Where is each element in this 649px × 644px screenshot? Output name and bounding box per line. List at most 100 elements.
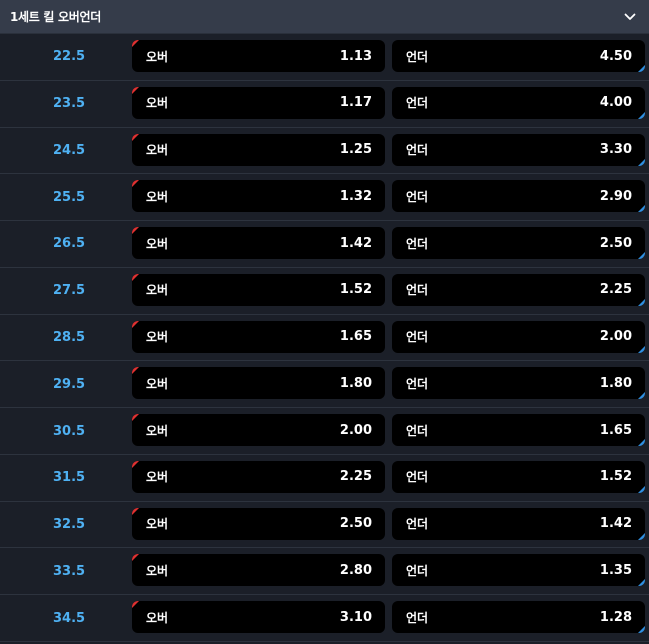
under-label: 언더 bbox=[406, 563, 429, 578]
under-button[interactable]: 언더 1.35 bbox=[392, 554, 645, 587]
over-odds: 3.10 bbox=[339, 609, 372, 625]
over-odds: 1.32 bbox=[339, 188, 372, 204]
odds-row: 34.5 오버 3.10 언더 1.28 bbox=[0, 595, 649, 642]
under-button[interactable]: 언더 1.28 bbox=[392, 601, 645, 634]
over-label: 오버 bbox=[146, 330, 169, 345]
under-odds: 4.00 bbox=[599, 95, 632, 111]
under-button[interactable]: 언더 2.50 bbox=[392, 227, 645, 260]
over-button[interactable]: 오버 2.25 bbox=[132, 460, 385, 493]
over-label: 오버 bbox=[146, 610, 169, 625]
over-button[interactable]: 오버 1.42 bbox=[132, 227, 385, 260]
line-value: 32.5 bbox=[53, 517, 86, 533]
over-odds: 2.00 bbox=[339, 422, 372, 438]
under-button[interactable]: 언더 4.00 bbox=[392, 86, 645, 119]
odds-row: 32.5 오버 2.50 언더 1.42 bbox=[0, 502, 649, 549]
odds-row: 27.5 오버 1.52 언더 2.25 bbox=[0, 268, 649, 315]
under-odds: 2.00 bbox=[599, 329, 632, 345]
over-odds: 1.13 bbox=[339, 48, 372, 64]
over-button[interactable]: 오버 2.50 bbox=[132, 507, 385, 540]
over-label: 오버 bbox=[146, 96, 169, 111]
odds-row: 24.5 오버 1.25 언더 3.30 bbox=[0, 128, 649, 175]
over-label: 오버 bbox=[146, 517, 169, 532]
under-odds: 3.30 bbox=[599, 142, 632, 158]
odds-row: 33.5 오버 2.80 언더 1.35 bbox=[0, 548, 649, 596]
over-label: 오버 bbox=[146, 283, 169, 298]
market-title: 1세트 킬 오버언더 bbox=[10, 10, 101, 24]
odds-row: 26.5 오버 1.42 언더 2.50 bbox=[0, 221, 649, 268]
under-label: 언더 bbox=[406, 96, 429, 111]
under-button[interactable]: 언더 4.50 bbox=[392, 40, 645, 72]
under-button[interactable]: 언더 3.30 bbox=[392, 133, 645, 166]
over-button[interactable]: 오버 3.10 bbox=[132, 601, 385, 634]
under-label: 언더 bbox=[406, 143, 429, 158]
under-odds: 1.35 bbox=[599, 562, 632, 578]
over-label: 오버 bbox=[146, 189, 169, 204]
line-value: 34.5 bbox=[53, 610, 86, 626]
under-label: 언더 bbox=[406, 236, 429, 251]
odds-row: 28.5 오버 1.65 언더 2.00 bbox=[0, 315, 649, 362]
odds-row: 23.5 오버 1.17 언더 4.00 bbox=[0, 81, 649, 128]
under-button[interactable]: 언더 2.00 bbox=[392, 320, 645, 353]
over-button[interactable]: 오버 1.17 bbox=[132, 86, 385, 119]
under-label: 언더 bbox=[406, 470, 429, 485]
over-label: 오버 bbox=[146, 423, 169, 438]
under-button[interactable]: 언더 1.80 bbox=[392, 367, 645, 400]
over-odds: 1.25 bbox=[339, 142, 372, 158]
line-value: 31.5 bbox=[53, 470, 86, 486]
over-label: 오버 bbox=[146, 143, 169, 158]
over-button[interactable]: 오버 1.65 bbox=[132, 320, 385, 353]
over-button[interactable]: 오버 2.00 bbox=[132, 414, 385, 447]
over-button[interactable]: 오버 1.80 bbox=[132, 367, 385, 400]
under-label: 언더 bbox=[406, 283, 429, 298]
over-odds: 1.42 bbox=[339, 235, 372, 251]
line-value: 30.5 bbox=[53, 423, 86, 439]
under-label: 언더 bbox=[406, 517, 429, 532]
over-button[interactable]: 오버 1.52 bbox=[132, 273, 385, 306]
over-odds: 2.80 bbox=[339, 562, 372, 578]
under-odds: 2.25 bbox=[599, 282, 632, 298]
odds-list: 22.5 오버 1.13 언더 4.50 23.5 오버 1.17 언더 4.0… bbox=[0, 34, 649, 642]
under-label: 언더 bbox=[406, 189, 429, 204]
odds-row: 31.5 오버 2.25 언더 1.52 bbox=[0, 455, 649, 502]
odds-row: 25.5 오버 1.32 언더 2.90 bbox=[0, 174, 649, 222]
line-value: 28.5 bbox=[53, 329, 86, 345]
over-button[interactable]: 오버 1.32 bbox=[132, 180, 385, 213]
under-odds: 1.42 bbox=[599, 516, 632, 532]
over-button[interactable]: 오버 2.80 bbox=[132, 554, 385, 587]
under-label: 언더 bbox=[406, 610, 429, 625]
odds-row: 30.5 오버 2.00 언더 1.65 bbox=[0, 408, 649, 455]
over-odds: 1.80 bbox=[339, 375, 372, 391]
line-value: 26.5 bbox=[53, 236, 86, 252]
over-button[interactable]: 오버 1.25 bbox=[132, 133, 385, 166]
over-odds: 1.17 bbox=[339, 95, 372, 111]
under-odds: 1.65 bbox=[599, 422, 632, 438]
line-value: 23.5 bbox=[53, 96, 86, 112]
line-value: 27.5 bbox=[53, 283, 86, 299]
line-value: 25.5 bbox=[53, 189, 86, 205]
under-button[interactable]: 언더 1.65 bbox=[392, 414, 645, 447]
under-label: 언더 bbox=[406, 423, 429, 438]
market-header[interactable]: 1세트 킬 오버언더 bbox=[0, 0, 649, 34]
over-odds: 1.52 bbox=[339, 282, 372, 298]
under-label: 언더 bbox=[406, 49, 429, 64]
over-odds: 1.65 bbox=[339, 329, 372, 345]
over-button[interactable]: 오버 1.13 bbox=[132, 40, 385, 72]
over-odds: 2.25 bbox=[339, 469, 372, 485]
under-odds: 1.80 bbox=[599, 375, 632, 391]
over-label: 오버 bbox=[146, 563, 169, 578]
line-value: 24.5 bbox=[53, 142, 86, 158]
under-odds: 2.50 bbox=[599, 235, 632, 251]
under-button[interactable]: 언더 2.25 bbox=[392, 273, 645, 306]
under-odds: 1.28 bbox=[599, 609, 632, 625]
under-label: 언더 bbox=[406, 330, 429, 345]
under-button[interactable]: 언더 1.52 bbox=[392, 460, 645, 493]
over-odds: 2.50 bbox=[339, 516, 372, 532]
market-panel: 1세트 킬 오버언더 22.5 오버 1.13 언더 4.50 23.5 오버 … bbox=[0, 0, 649, 644]
under-button[interactable]: 언더 2.90 bbox=[392, 180, 645, 213]
over-label: 오버 bbox=[146, 49, 169, 64]
line-value: 29.5 bbox=[53, 376, 86, 392]
over-label: 오버 bbox=[146, 236, 169, 251]
chevron-down-icon[interactable] bbox=[624, 11, 636, 23]
under-button[interactable]: 언더 1.42 bbox=[392, 507, 645, 540]
odds-row: 29.5 오버 1.80 언더 1.80 bbox=[0, 361, 649, 409]
